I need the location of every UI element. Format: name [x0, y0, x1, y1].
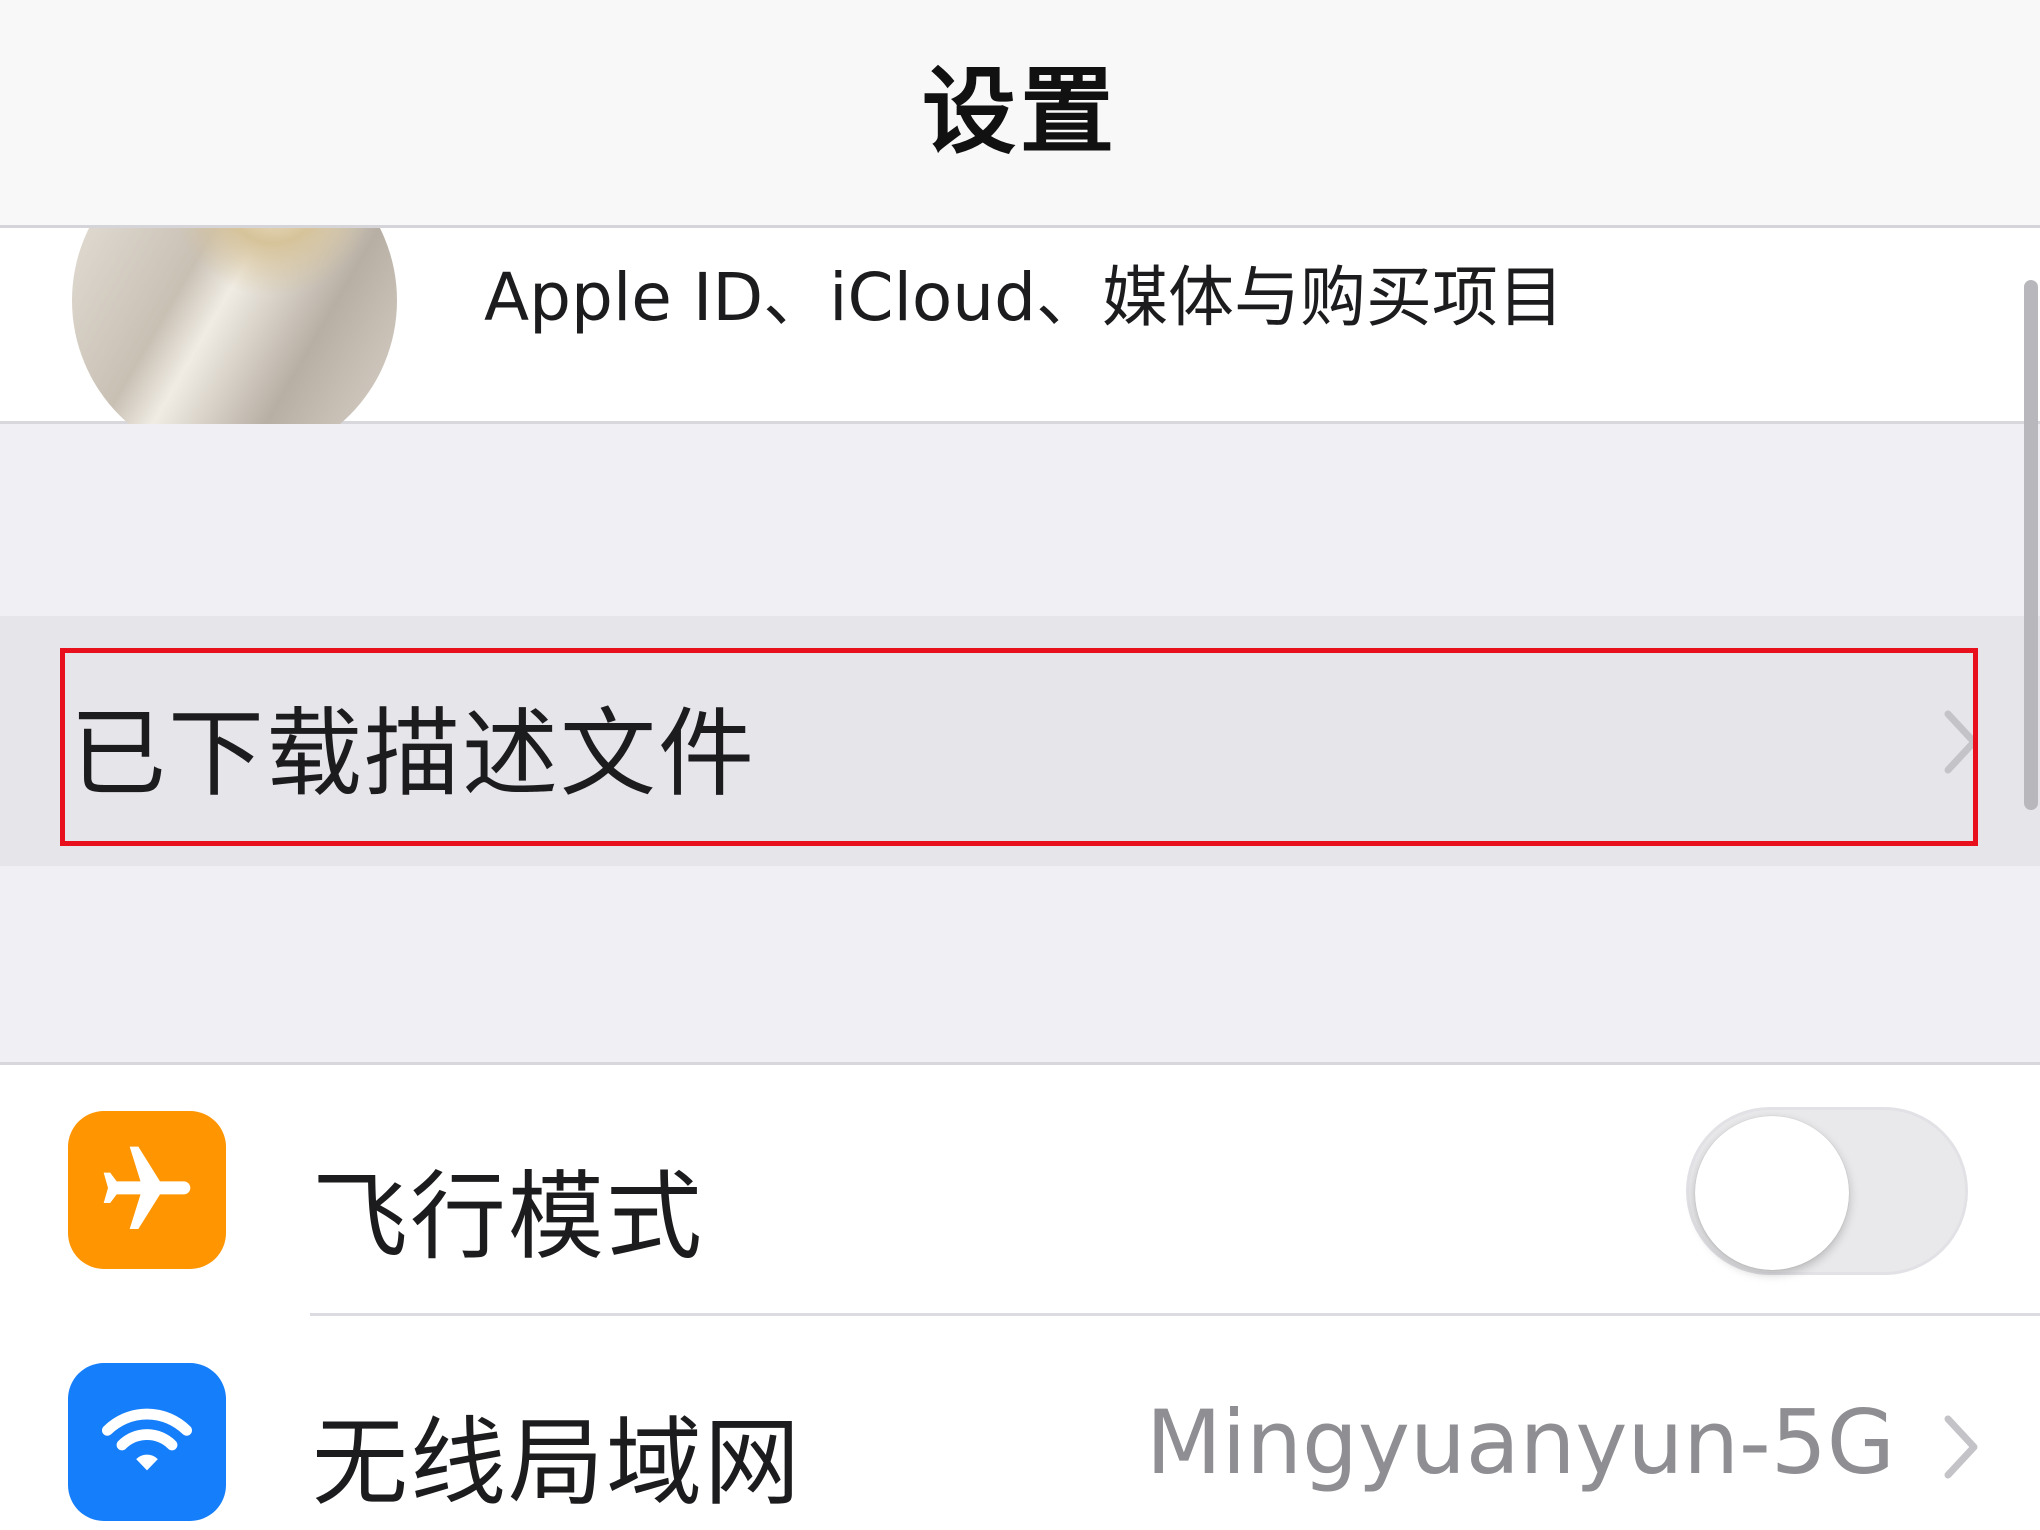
settings-screen: 设置 Apple ID、iCloud、媒体与购买项目 已下载描述文件 飞行模式	[0, 0, 2040, 1530]
scrollbar[interactable]	[2024, 280, 2038, 810]
downloaded-profile-row[interactable]: 已下载描述文件	[0, 616, 2040, 866]
section-gap	[0, 866, 2040, 1062]
settings-group: 飞行模式 无线局域网 Mingyuanyun-5G	[0, 1062, 2040, 1530]
chevron-right-icon	[1944, 1415, 1978, 1479]
wifi-glyph-icon	[102, 1408, 192, 1471]
airplane-mode-toggle[interactable]	[1686, 1107, 1968, 1275]
wifi-icon	[68, 1363, 226, 1521]
apple-id-row[interactable]: Apple ID、iCloud、媒体与购买项目	[0, 138, 2040, 463]
airplane-icon	[68, 1111, 226, 1269]
downloaded-profile-label: 已下载描述文件	[70, 698, 756, 810]
airplane-mode-row: 飞行模式	[0, 1065, 2040, 1316]
wifi-label: 无线局域网	[312, 1407, 802, 1519]
apple-id-subtitle: Apple ID、iCloud、媒体与购买项目	[484, 259, 1565, 336]
chevron-right-icon	[1944, 710, 1978, 774]
page-title: 设置	[921, 57, 1118, 167]
toggle-knob	[1695, 1116, 1849, 1270]
wifi-network-name: Mingyuanyun-5G	[1145, 1391, 1895, 1494]
airplane-glyph-icon	[103, 1146, 191, 1229]
wifi-row[interactable]: 无线局域网 Mingyuanyun-5G	[0, 1315, 2040, 1530]
section-gap	[0, 424, 2040, 616]
navigation-bar: 设置	[0, 0, 2040, 228]
airplane-mode-label: 飞行模式	[312, 1161, 704, 1273]
